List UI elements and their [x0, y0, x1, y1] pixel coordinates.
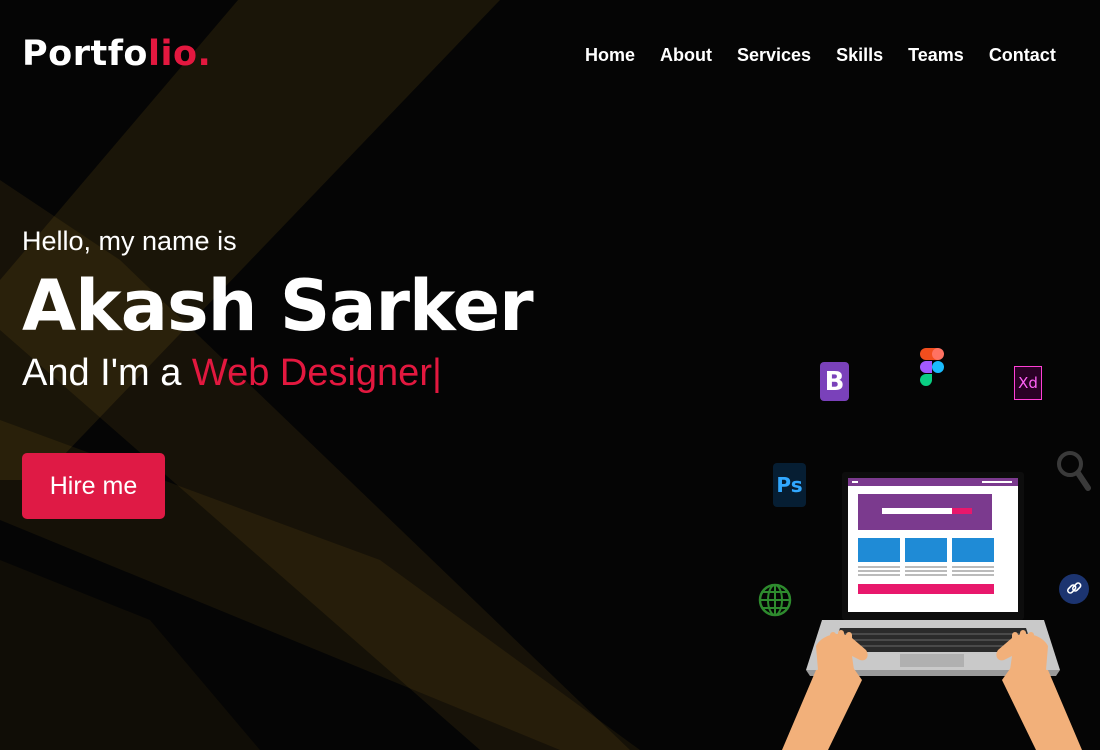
nav-menu: Home About Services Skills Teams Contact: [585, 43, 1081, 68]
hero-name: Akash Sarker: [22, 265, 534, 347]
hero-illustration: B Xd Ps: [740, 330, 1100, 750]
bootstrap-icon: B: [820, 362, 849, 401]
navbar: Portfolio. Home About Services Skills Te…: [0, 0, 1100, 110]
logo-main-text: Portfo: [22, 34, 148, 74]
nav-link-home[interactable]: Home: [585, 43, 635, 68]
nav-link-skills[interactable]: Skills: [836, 43, 883, 68]
hero-greeting: Hello, my name is: [22, 226, 237, 256]
nav-link-contact[interactable]: Contact: [989, 43, 1056, 68]
hero-section: Hello, my name is Akash Sarker And I'm a…: [22, 226, 534, 395]
tagline-prefix: And I'm a: [22, 352, 192, 394]
nav-link-about[interactable]: About: [660, 43, 712, 68]
tagline-role: Web Designer: [191, 352, 432, 394]
nav-link-teams[interactable]: Teams: [908, 43, 964, 68]
typing-cursor: |: [431, 352, 442, 394]
hire-me-button[interactable]: Hire me: [22, 453, 165, 519]
laptop-icon: [782, 472, 1082, 750]
figma-icon: [920, 348, 944, 386]
logo[interactable]: Portfolio.: [22, 34, 211, 74]
nav-link-services[interactable]: Services: [737, 43, 811, 68]
hero-tagline: And I'm a Web Designer|: [22, 352, 533, 395]
xd-icon: Xd: [1014, 366, 1042, 400]
logo-accent-text: lio.: [147, 34, 212, 74]
